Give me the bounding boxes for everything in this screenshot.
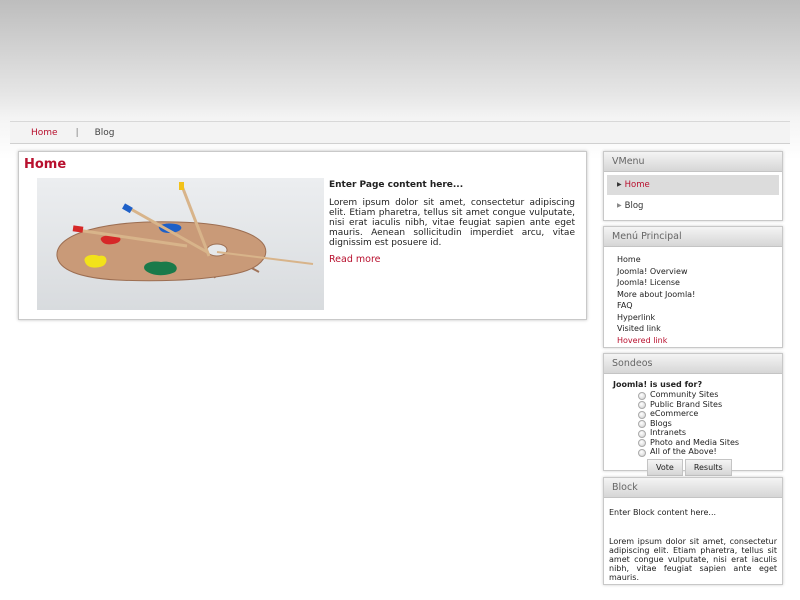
article: Enter Page content here... Lorem ipsum d… bbox=[329, 180, 575, 265]
vmenu-title: VMenu bbox=[604, 152, 782, 172]
menu-item-visited-link[interactable]: Visited link bbox=[617, 323, 782, 335]
nav-blog-link[interactable]: Blog bbox=[95, 128, 115, 138]
triangle-right-icon: ▶ bbox=[617, 181, 622, 188]
block-title: Block bbox=[604, 478, 782, 498]
results-button[interactable]: Results bbox=[684, 458, 732, 476]
poll-option-label: Intranets bbox=[650, 428, 687, 438]
page-title: Home bbox=[24, 157, 67, 172]
read-more-link[interactable]: Read more bbox=[329, 254, 381, 265]
poll-option-label: Community Sites bbox=[650, 390, 719, 400]
block-heading: Enter Block content here... bbox=[609, 508, 717, 517]
radio-button[interactable] bbox=[638, 429, 646, 438]
main-content: Home Enter Page content here... Lorem ip bbox=[18, 151, 587, 320]
nav-separator: | bbox=[75, 127, 79, 138]
poll-option-label: Photo and Media Sites bbox=[650, 437, 740, 447]
triangle-right-icon: ▶ bbox=[617, 202, 622, 209]
poll-title: Sondeos bbox=[604, 354, 782, 374]
poll-option: eCommerce bbox=[638, 409, 782, 419]
vmenu-item-blog[interactable]: ▶ Blog bbox=[607, 196, 779, 216]
menu-item-hyperlink[interactable]: Hyperlink bbox=[617, 312, 782, 324]
menu-item-more-about[interactable]: More about Joomla! bbox=[617, 289, 782, 301]
poll-option: Community Sites bbox=[638, 390, 782, 400]
radio-button[interactable] bbox=[638, 410, 646, 419]
vmenu-item-label: Blog bbox=[624, 201, 644, 211]
poll-option: All of the Above! bbox=[638, 447, 782, 457]
radio-button[interactable] bbox=[638, 448, 646, 457]
poll-option-label: eCommerce bbox=[650, 409, 699, 419]
main-menu-title: Menú Principal bbox=[604, 227, 782, 247]
nav-home-link[interactable]: Home bbox=[31, 128, 58, 138]
vote-button[interactable]: Vote bbox=[647, 458, 683, 476]
article-body: Lorem ipsum dolor sit amet, consectetur … bbox=[329, 198, 575, 248]
vmenu-item-home[interactable]: ▶ Home bbox=[607, 175, 779, 195]
poll-module: Sondeos Joomla! is used for? Community S… bbox=[603, 353, 783, 476]
poll-option: Photo and Media Sites bbox=[638, 438, 782, 448]
vmenu-module: VMenu ▶ Home ▶ Blog bbox=[603, 151, 783, 221]
header-banner bbox=[0, 0, 800, 120]
main-menu-list: Home Joomla! Overview Joomla! License Mo… bbox=[604, 247, 782, 346]
menu-item-hovered-link[interactable]: Hovered link bbox=[617, 335, 782, 347]
block-body: Lorem ipsum dolor sit amet, consectetur … bbox=[609, 537, 777, 582]
poll-option: Public Brand Sites bbox=[638, 400, 782, 410]
menu-item-overview[interactable]: Joomla! Overview bbox=[617, 266, 782, 278]
poll-buttons: Vote Results bbox=[604, 458, 782, 476]
poll-option: Intranets bbox=[638, 428, 782, 438]
main-menu-module: Menú Principal Home Joomla! Overview Joo… bbox=[603, 226, 783, 348]
poll-options: Community Sites Public Brand Sites eComm… bbox=[604, 390, 782, 457]
poll-option-label: All of the Above! bbox=[650, 447, 717, 457]
top-navigation: Home | Blog bbox=[10, 121, 790, 144]
article-heading: Enter Page content here... bbox=[329, 180, 464, 190]
poll-option: Blogs bbox=[638, 419, 782, 429]
article-image bbox=[37, 178, 324, 310]
poll-option-label: Blogs bbox=[650, 418, 672, 428]
radio-button[interactable] bbox=[638, 391, 646, 400]
vmenu-item-label: Home bbox=[624, 180, 650, 190]
block-module: Block Enter Block content here... Lorem … bbox=[603, 477, 783, 585]
menu-item-faq[interactable]: FAQ bbox=[617, 300, 782, 312]
poll-option-label: Public Brand Sites bbox=[650, 399, 723, 409]
paint-palette-icon bbox=[56, 182, 314, 282]
poll-question: Joomla! is used for? bbox=[613, 380, 703, 389]
menu-item-home[interactable]: Home bbox=[617, 254, 782, 266]
menu-item-license[interactable]: Joomla! License bbox=[617, 277, 782, 289]
